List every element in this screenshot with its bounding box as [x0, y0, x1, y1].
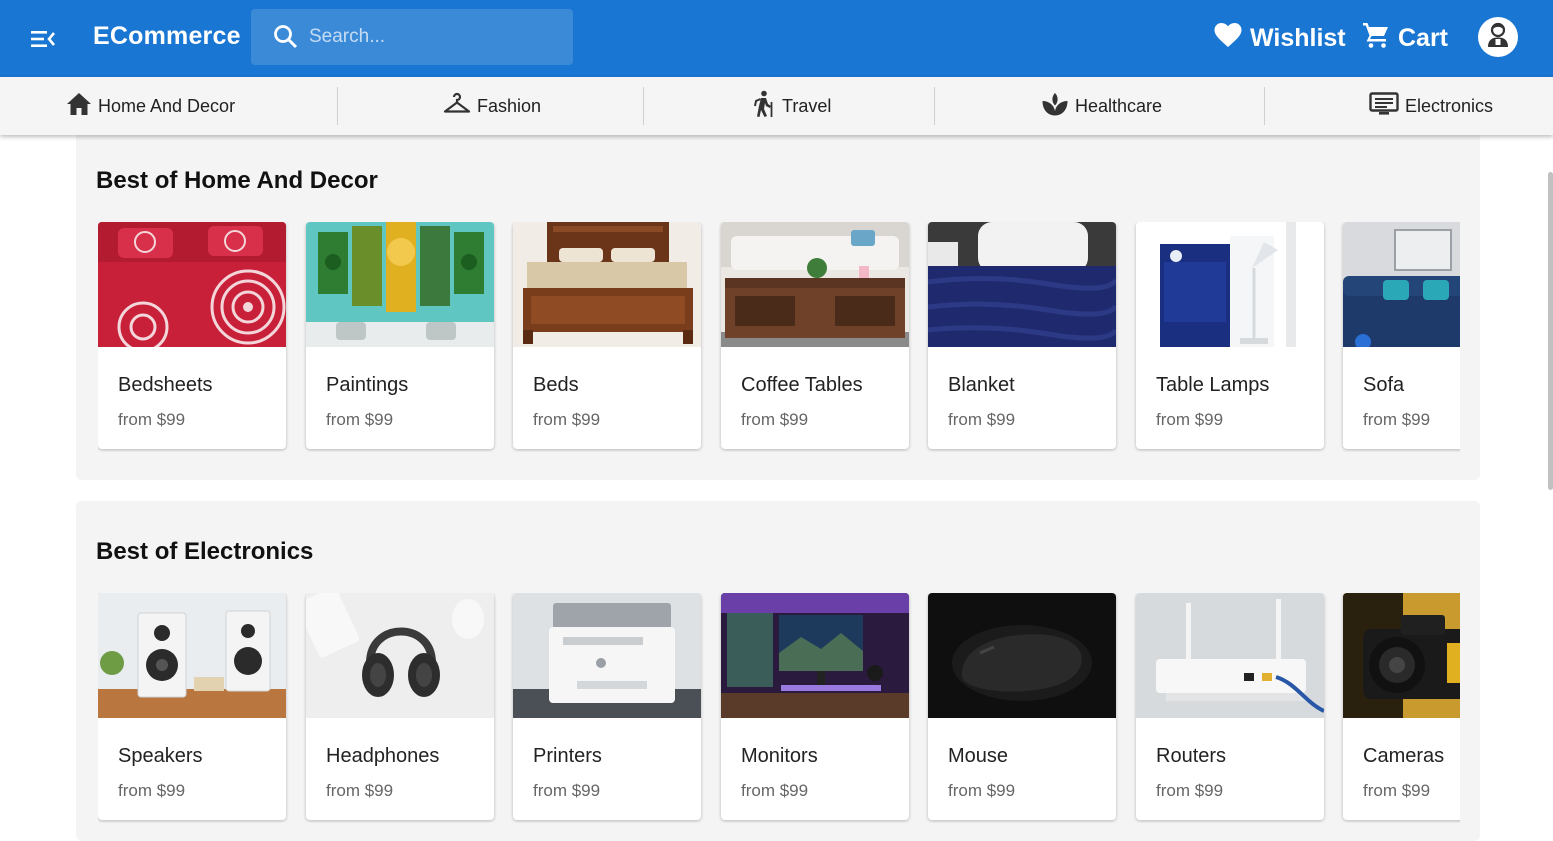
- category-divider: [643, 87, 644, 125]
- product-name: Mouse: [948, 745, 1009, 767]
- category-label: Travel: [782, 95, 832, 116]
- home-icon: [66, 92, 92, 121]
- product-price: from $99: [326, 781, 394, 800]
- category-label: Electronics: [1405, 95, 1494, 116]
- category-healthcare[interactable]: Healthcare: [1041, 77, 1162, 135]
- product-card[interactable]: Cameras from $99: [1343, 593, 1460, 820]
- search-box[interactable]: [251, 9, 573, 65]
- product-price: from $99: [118, 410, 186, 429]
- product-price: from $99: [948, 781, 1016, 800]
- product-card[interactable]: Paintings from $99: [306, 222, 494, 449]
- product-carousel: Speakers from $99 Headphones from $99 Pr…: [98, 593, 1460, 823]
- product-name: Printers: [533, 745, 602, 767]
- product-price: from $99: [1363, 781, 1431, 800]
- product-name: Paintings: [326, 374, 409, 396]
- product-image-cameras: [1343, 593, 1460, 718]
- product-name: Speakers: [118, 745, 203, 767]
- brand-title[interactable]: ECommerce: [93, 22, 241, 51]
- wishlist-button[interactable]: Wishlist: [1214, 21, 1346, 55]
- product-image-monitors: [721, 593, 909, 718]
- product-image-coffee-tables: [721, 222, 909, 347]
- product-price: from $99: [1156, 781, 1224, 800]
- search-input[interactable]: [309, 19, 559, 55]
- product-price: from $99: [326, 410, 394, 429]
- product-price: from $99: [741, 781, 809, 800]
- product-price: from $99: [1363, 410, 1431, 429]
- search-icon: [273, 24, 299, 50]
- product-image-paintings: [306, 222, 494, 347]
- category-bar: Home And Decor Fashion Travel Healthcare…: [0, 77, 1553, 135]
- product-name: Monitors: [741, 745, 818, 767]
- category-fashion[interactable]: Fashion: [443, 77, 541, 135]
- product-name: Routers: [1156, 745, 1227, 767]
- product-name: Bedsheets: [118, 374, 213, 396]
- section-home-and-decor: Best of Home And Decor Bedsheets from $9…: [76, 130, 1480, 480]
- product-image-sofa: [1343, 222, 1460, 347]
- product-name: Cameras: [1363, 745, 1445, 767]
- category-home-and-decor[interactable]: Home And Decor: [66, 77, 235, 135]
- product-price: from $99: [1156, 410, 1224, 429]
- product-image-table-lamps: [1136, 222, 1324, 347]
- cart-button[interactable]: Cart: [1362, 21, 1448, 55]
- spa-icon: [1041, 91, 1069, 122]
- product-image-speakers: [98, 593, 286, 718]
- category-divider: [1264, 87, 1265, 125]
- category-electronics[interactable]: Electronics: [1369, 77, 1493, 135]
- product-image-bedsheets: [98, 222, 286, 347]
- product-card[interactable]: Headphones from $99: [306, 593, 494, 820]
- scrollbar-thumb[interactable]: [1548, 172, 1553, 490]
- product-card[interactable]: Mouse from $99: [928, 593, 1116, 820]
- product-image-blanket: [928, 222, 1116, 347]
- product-price: from $99: [948, 410, 1016, 429]
- product-image-mouse: [928, 593, 1116, 718]
- product-image-printers: [513, 593, 701, 718]
- product-name: Sofa: [1363, 374, 1405, 396]
- menu-open-icon[interactable]: [28, 24, 58, 54]
- category-label: Home And Decor: [98, 95, 236, 116]
- product-card[interactable]: Printers from $99: [513, 593, 701, 820]
- product-price: from $99: [741, 410, 809, 429]
- product-price: from $99: [533, 410, 601, 429]
- product-image-beds: [513, 222, 701, 347]
- wishlist-label: Wishlist: [1250, 23, 1346, 52]
- product-name: Beds: [533, 374, 579, 396]
- hiking-icon: [752, 90, 776, 123]
- product-name: Coffee Tables: [741, 374, 863, 396]
- product-name: Table Lamps: [1156, 374, 1270, 396]
- product-card[interactable]: Speakers from $99: [98, 593, 286, 820]
- user-icon: [1486, 22, 1510, 53]
- category-label: Fashion: [477, 95, 542, 116]
- product-card[interactable]: Bedsheets from $99: [98, 222, 286, 449]
- app-bar: ECommerce Wishlist Cart: [0, 0, 1553, 77]
- product-card[interactable]: Blanket from $99: [928, 222, 1116, 449]
- product-card[interactable]: Monitors from $99: [721, 593, 909, 820]
- category-divider: [934, 87, 935, 125]
- product-image-headphones: [306, 593, 494, 718]
- heart-icon: [1214, 22, 1242, 55]
- product-card[interactable]: Beds from $99: [513, 222, 701, 449]
- product-name: Headphones: [326, 745, 440, 767]
- user-avatar[interactable]: [1478, 17, 1518, 57]
- category-divider: [337, 87, 338, 125]
- product-price: from $99: [533, 781, 601, 800]
- monitor-icon: [1369, 91, 1399, 121]
- cart-icon: [1362, 21, 1390, 56]
- category-travel[interactable]: Travel: [752, 77, 831, 135]
- section-title: Best of Home And Decor: [96, 167, 378, 194]
- product-card[interactable]: Table Lamps from $99: [1136, 222, 1324, 449]
- product-price: from $99: [118, 781, 186, 800]
- hanger-icon: [443, 92, 471, 121]
- product-card[interactable]: Routers from $99: [1136, 593, 1324, 820]
- section-electronics: Best of Electronics Speakers from $99 He…: [76, 501, 1480, 841]
- category-label: Healthcare: [1075, 95, 1163, 116]
- product-carousel: Bedsheets from $99 Paintings from $99 Be…: [98, 222, 1460, 452]
- product-card[interactable]: Sofa from $99: [1343, 222, 1460, 449]
- section-title: Best of Electronics: [96, 538, 314, 565]
- product-image-routers: [1136, 593, 1324, 718]
- product-name: Blanket: [948, 374, 1015, 396]
- product-card[interactable]: Coffee Tables from $99: [721, 222, 909, 449]
- cart-label: Cart: [1398, 23, 1449, 52]
